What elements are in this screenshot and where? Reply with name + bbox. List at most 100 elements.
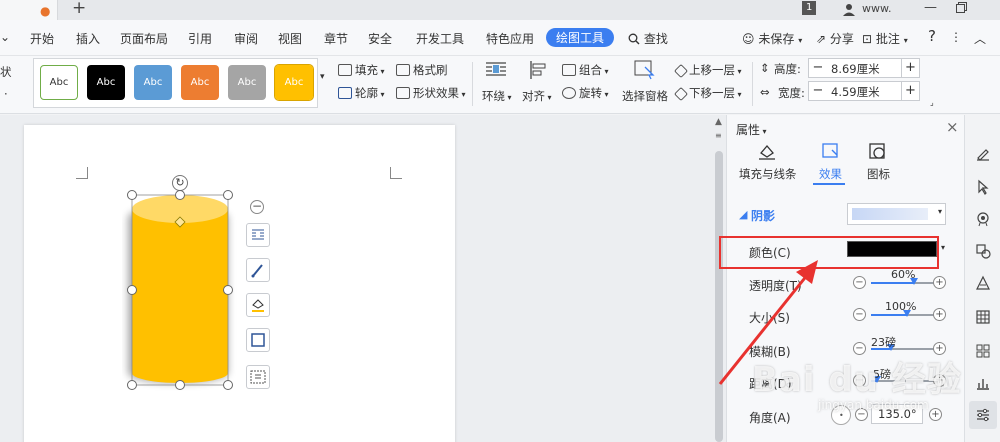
resize-handle-bottom-left[interactable] [127,380,137,390]
document-page[interactable]: ↻ − [24,125,455,442]
size-decrease-button[interactable]: − [853,308,866,321]
style-blue[interactable]: Abc [134,65,172,100]
menu-references[interactable]: 引用 [188,30,212,47]
settings-sliders-button[interactable] [969,401,997,429]
resize-handle-right[interactable] [223,285,233,295]
share-button[interactable]: ⇗ 分享 [816,30,854,47]
style-gray[interactable]: Abc [228,65,266,100]
shape-effect-button[interactable]: 形状效果 ▾ [396,85,466,101]
rotate-handle-icon[interactable]: ↻ [172,175,188,191]
comment-button[interactable]: ⊡ 批注 ▾ [862,30,908,47]
document-tab[interactable]: ● [0,0,58,20]
menu-chapter[interactable]: 章节 [324,30,348,47]
resize-handle-top-right[interactable] [223,190,233,200]
collapse-float-toolbar-icon[interactable]: − [250,200,264,214]
style-white-outline[interactable]: Abc [40,65,78,100]
height-decrease-button[interactable]: − [809,59,827,77]
new-tab-button[interactable]: + [72,0,86,18]
chevron-down-icon[interactable]: ▾ [941,243,945,252]
comment-icon: ⊡ [862,32,873,46]
panel-title[interactable]: 属性 ▾ [736,121,767,138]
chevron-down-icon: ▾ [798,36,803,45]
transparency-increase-button[interactable]: + [933,276,946,289]
width-decrease-button[interactable]: − [809,82,827,100]
menu-page-layout[interactable]: 页面布局 [120,30,168,47]
section-collapse-icon[interactable]: ◢ [739,208,747,221]
style-gold[interactable]: Abc [274,64,314,101]
shadow-preset-dropdown[interactable]: ▾ [847,203,946,225]
restore-icon[interactable] [956,2,967,18]
group-button[interactable]: 组合 ▾ [562,62,609,78]
align-button[interactable]: 对齐 ▾ [522,88,552,104]
style-black[interactable]: Abc [87,65,125,100]
selection-pane-button[interactable]: 选择窗格 [622,88,668,104]
more-icon[interactable]: ⋮ [950,30,962,44]
width-increase-button[interactable]: + [901,82,919,100]
resize-handle-top[interactable] [175,190,185,200]
collapse-ribbon-icon[interactable]: ︿ [974,30,986,47]
send-backward-button[interactable]: 下移一层 ▾ [673,85,742,102]
menu-view[interactable]: 视图 [278,30,302,47]
menu-security[interactable]: 安全 [368,30,392,47]
avatar[interactable] [842,2,856,18]
scroll-up-icon[interactable]: ▲ [715,117,722,127]
tab-icon[interactable]: 图标 [867,166,890,182]
textbox-float-button[interactable] [246,365,270,389]
outline-icon [338,87,352,99]
unsaved-button[interactable]: ☺ 未保存 ▾ [742,30,802,47]
height-value[interactable]: 8.69厘米 [831,61,880,77]
minimize-icon[interactable]: — [924,0,937,16]
height-increase-button[interactable]: + [901,59,919,77]
close-icon[interactable]: × [946,118,959,136]
shapes-icon[interactable] [975,243,991,259]
menu-review[interactable]: 审阅 [234,30,258,47]
fill-button[interactable]: 填充 ▾ [338,62,385,78]
bring-forward-button[interactable]: 上移一层 ▾ [673,62,742,79]
style-orange[interactable]: Abc [181,65,219,100]
layout-options-button[interactable] [246,223,270,247]
triangle-icon[interactable] [975,275,991,291]
outline-float-button[interactable] [246,328,270,352]
size-dialog-launcher-icon[interactable]: ⌟ [930,98,934,107]
search-icon [628,33,640,45]
size-increase-button[interactable]: + [933,308,946,321]
divider [752,62,753,106]
table-icon[interactable] [975,309,991,325]
angle-label: 角度(A) [749,411,791,425]
resize-handle-bottom-right[interactable] [223,380,233,390]
resize-handle-bottom[interactable] [175,380,185,390]
menu-drawing-tools[interactable]: 绘图工具 [546,28,615,47]
pen-icon[interactable] [975,145,991,161]
styles-more-icon[interactable]: ▾ [320,72,325,82]
angle-increase-button[interactable]: + [929,408,942,421]
page-count-badge: 1 [802,1,817,15]
format-painter-button[interactable]: 格式刷 [396,62,448,78]
fill-float-button[interactable] [246,293,270,317]
grid-icon[interactable] [975,343,991,359]
wrap-button[interactable]: 环绕 ▾ [482,88,512,104]
share-label: 分享 [829,32,854,46]
rotate-button[interactable]: 旋转 ▾ [562,85,609,101]
outline-button[interactable]: 轮廓 ▾ [338,85,385,101]
style-brush-button[interactable] [246,258,270,282]
resize-handle-top-left[interactable] [127,190,137,200]
chart-icon[interactable] [975,375,991,391]
tab-fill-line[interactable]: 填充与线条 [739,166,797,182]
width-value[interactable]: 4.59厘米 [831,84,880,100]
help-button[interactable]: ? [928,27,936,45]
transparency-decrease-button[interactable]: − [853,276,866,289]
resize-handle-left[interactable] [127,285,137,295]
height-stepper[interactable]: − 8.69厘米 + [808,58,920,78]
cylinder-shape[interactable] [122,173,242,393]
menu-features[interactable]: 特色应用 [486,30,534,47]
menu-start[interactable]: 开始 [30,30,54,47]
shadow-color-picker[interactable] [847,241,937,257]
menu-insert[interactable]: 插入 [76,30,100,47]
menu-collapse-chevron-icon[interactable]: ⌄ [0,30,10,44]
tab-effect[interactable]: 效果 [819,166,842,182]
cursor-icon[interactable] [975,179,991,195]
search-button[interactable]: 查找 [628,30,668,47]
width-stepper[interactable]: − 4.59厘米 + [808,81,920,101]
menu-developer[interactable]: 开发工具 [416,30,464,47]
badge-icon[interactable] [975,211,991,227]
